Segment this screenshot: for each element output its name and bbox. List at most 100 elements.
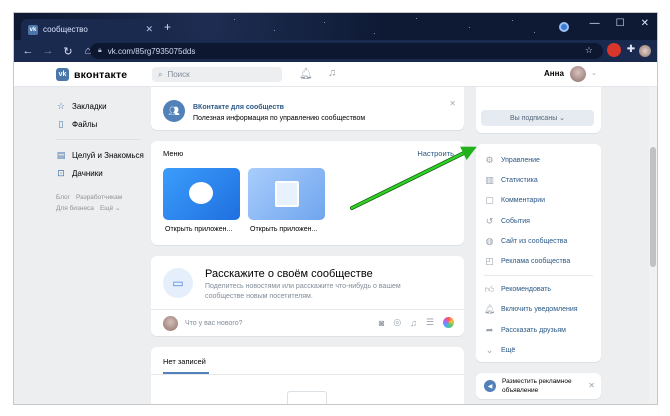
vk-logo-icon: vk [56,68,69,81]
action-label: События [501,217,530,225]
action-site[interactable]: ◍ Сайт из сообщества [484,234,568,248]
profile-avatar-icon[interactable] [639,45,651,57]
wall: Нет записей [151,347,464,404]
chat-bubble-icon [189,182,213,204]
left-menu: ☆ Закладки ▯ Файлы ▤ Целуй и Знакомься ⊡… [56,97,152,214]
file-icon: ▯ [58,118,64,129]
footer-link-blog[interactable]: Блог [56,194,70,201]
menu-title: Меню [163,149,184,158]
forward-icon[interactable]: → [42,45,54,57]
action-share[interactable]: ➦ Рассказать друзьям [484,323,566,337]
tab-title: сообщество [43,25,88,34]
action-label: Статистика [501,176,538,184]
address-bar[interactable]: 🔒︎ vk.com/85rg7935075dds ☆ [90,43,603,59]
action-recommend[interactable]: 👍︎ Рекомендовать [484,282,551,296]
post-prompt-title: Расскажите о своём сообществе [205,268,373,280]
vk-logo[interactable]: vk вконтакте [56,68,127,81]
scrollbar[interactable] [649,87,657,404]
minimize-icon[interactable]: — [590,18,600,29]
action-comments[interactable]: ▢ Комментарии [484,193,545,207]
avatar [163,316,178,331]
configure-link[interactable]: Настроить [417,149,454,158]
footer-link-business[interactable]: Для бизнеса [56,205,94,212]
browser-window: vk сообщество ✕ + — ☐ ✕ ← → ↻ ⌂ 🔒︎ vk.co… [14,13,657,404]
avatar[interactable] [570,66,586,82]
new-tab-icon[interactable]: + [164,21,171,33]
app-label-2[interactable]: Открыть приложен... [250,226,317,233]
maximize-icon[interactable]: ☐ [616,18,625,29]
left-menu-label: Закладки [72,101,107,111]
close-window-icon[interactable]: ✕ [641,18,649,29]
left-menu-item-game[interactable]: ⊡ Дачники [56,164,152,182]
left-menu-item-files[interactable]: ▯ Файлы [56,115,152,133]
apps-menu: Меню Настроить Открыть приложен... Откры… [151,141,464,245]
app-tile-2[interactable] [248,168,325,220]
footer-link-more[interactable]: Ещё ⌄ [100,205,121,212]
profile-indicator-icon[interactable] [559,22,569,32]
gamepad-icon: ⊡ [57,167,65,178]
search-placeholder: Поиск [167,70,190,79]
action-events[interactable]: ↺ События [484,214,530,228]
close-icon[interactable]: ✕ [449,99,456,108]
footer-links: Блог Разработчикам Для бизнеса Ещё ⌄ [56,192,152,214]
back-icon[interactable]: ← [22,45,34,57]
post-tools: ◙ ◎ ♫ ☰ [379,317,454,328]
close-tab-icon[interactable]: ✕ [145,24,153,35]
action-more[interactable]: ⌄ Ещё [484,343,516,357]
poll-icon[interactable]: ☰ [426,317,434,328]
grid-icon: ▤ [56,149,66,160]
megaphone-icon: ◀ [484,380,496,392]
chevron-down-icon: ⌄ [485,344,494,355]
vk-logo-icon: vk [28,24,38,35]
subscribed-button[interactable]: Вы подписаны ⌄ [481,110,594,126]
video-icon[interactable]: ◎ [393,317,401,328]
like-icon: 👍︎ [484,283,495,294]
wall-tab[interactable]: Нет записей [163,357,206,366]
ad-text[interactable]: Разместить рекламное объявление [502,377,588,395]
event-icon: ↺ [485,215,494,226]
comment-icon: ▢ [485,194,494,205]
color-icon[interactable] [443,317,454,328]
title-bar: vk сообщество ✕ + — ☐ ✕ [14,13,657,40]
left-menu-item-bookmarks[interactable]: ☆ Закладки [56,97,152,115]
search-icon: ⌕ [158,69,163,79]
star-icon: ☆ [56,100,66,111]
banner-title[interactable]: ВКонтакте для сообществ [193,104,284,111]
ad-block[interactable]: ◀ Разместить рекламное объявление ✕ [476,373,601,399]
notifications-bell-icon[interactable]: 🔔︎ [299,67,313,80]
camera-icon[interactable]: ◙ [379,318,384,328]
action-label: Сайт из сообщества [501,237,568,245]
community-actions-menu: ⚙ Управление ▥ Статистика ▢ Комментарии ↺ Со… [476,144,601,362]
search-input[interactable]: ⌕ Поиск [152,67,282,82]
action-ads[interactable]: ◰ Реклама сообщества [484,254,570,268]
reload-icon[interactable]: ↻ [62,45,74,58]
info-banner[interactable]: 👥︎ ВКонтакте для сообществ Полезная инфо… [151,87,464,130]
puzzle-icon[interactable]: ✚ [624,43,638,57]
chart-icon: ▥ [485,174,494,185]
action-manage[interactable]: ⚙ Управление [484,153,540,167]
action-statistics[interactable]: ▥ Статистика [484,173,538,187]
app-label-1[interactable]: Открыть приложен... [165,226,232,233]
footer-link-dev[interactable]: Разработчикам [76,194,122,201]
scrollbar-thumb[interactable] [650,147,656,267]
app-tile-1[interactable] [163,168,240,220]
empty-wall-icon [287,391,327,404]
divider [151,309,464,310]
divider [56,139,140,140]
extension-icon[interactable] [607,43,621,57]
user-name[interactable]: Анна [544,69,564,78]
new-post-input[interactable]: Что у вас нового? [185,320,243,327]
left-menu-item-app[interactable]: ▤ Целуй и Знакомься [56,146,152,164]
chevron-down-icon[interactable]: ⌄ [591,69,597,77]
cover-card: Вы подписаны ⌄ [476,87,601,133]
close-icon[interactable]: ✕ [588,381,595,390]
action-label: Управление [501,156,540,164]
action-label: Ещё [501,346,516,354]
music-icon[interactable]: ♫ [328,67,336,79]
left-menu-label: Файлы [72,119,98,129]
bookmark-star-icon[interactable]: ☆ [585,45,593,56]
music-icon[interactable]: ♫ [410,318,417,328]
browser-tab[interactable]: vk сообщество ✕ [21,19,159,40]
bell-icon: 🔔︎ [483,303,496,314]
action-notifications[interactable]: 🔔︎ Включить уведомления [484,302,578,316]
